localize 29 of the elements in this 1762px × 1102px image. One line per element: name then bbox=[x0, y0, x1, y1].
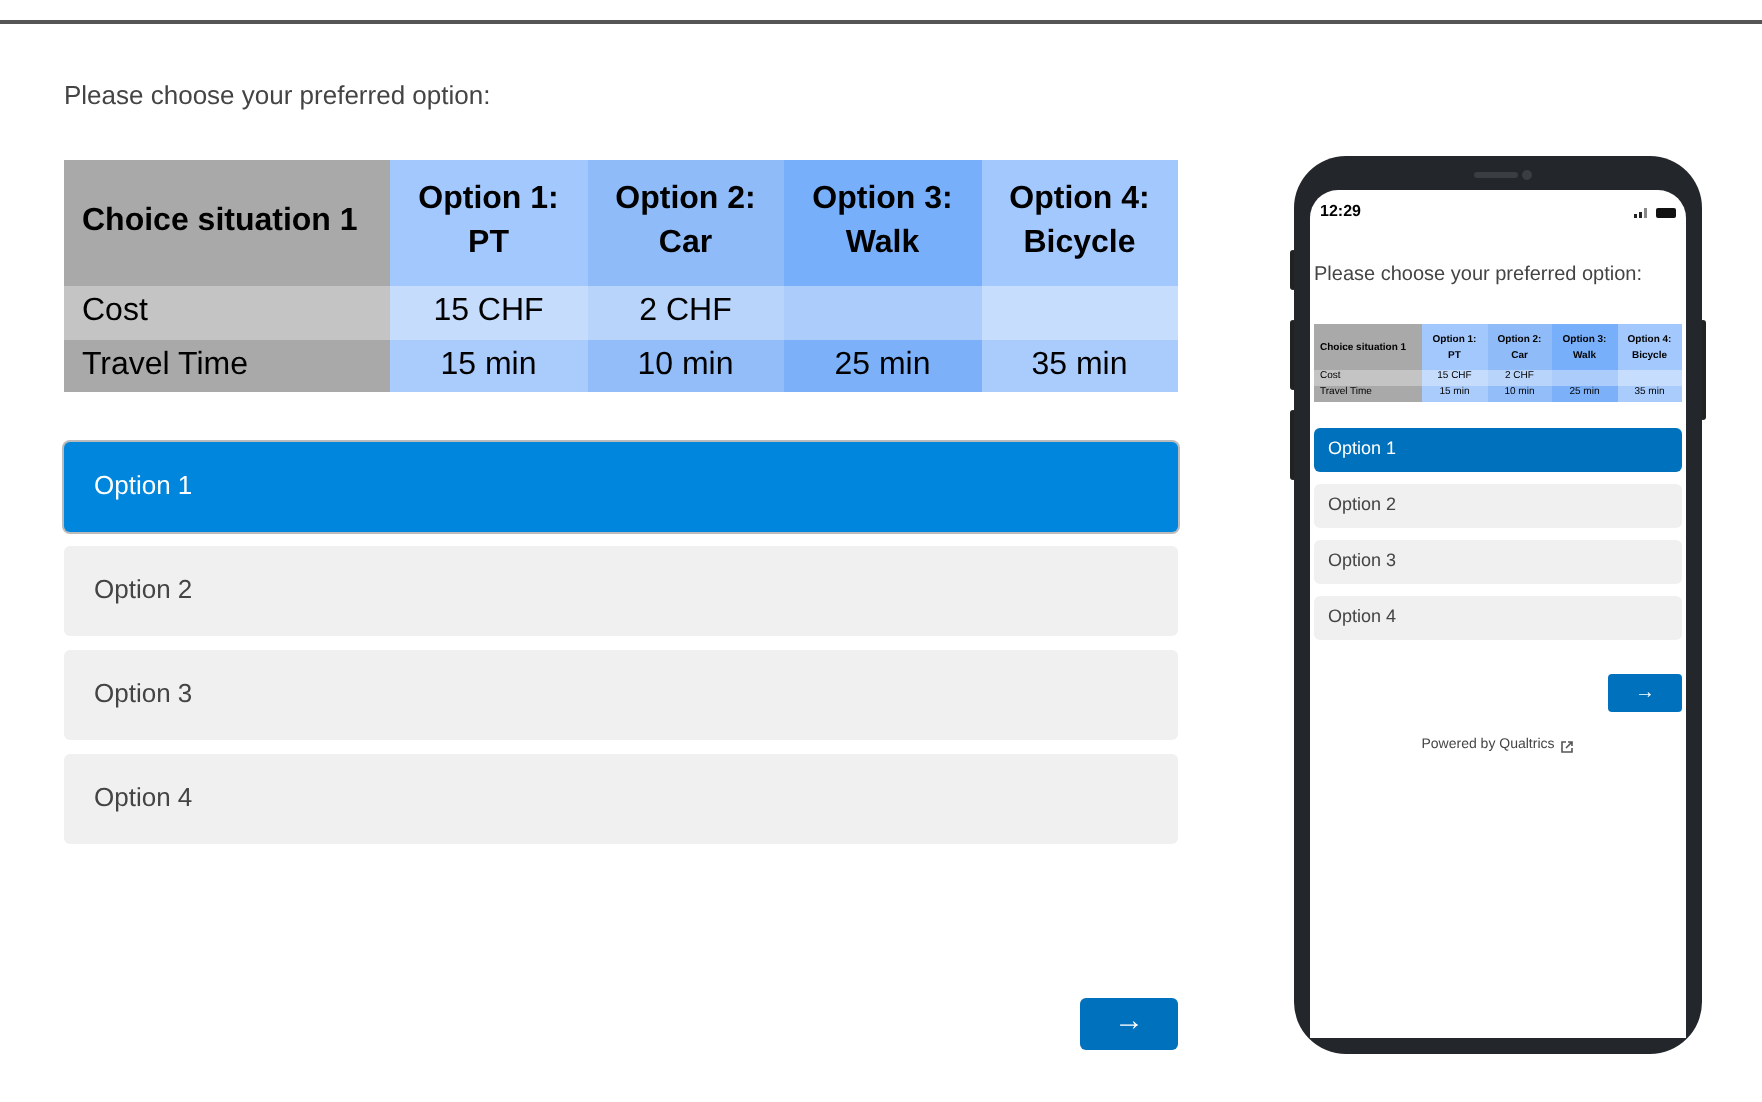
table-header-cell: Option 3: Walk bbox=[784, 159, 981, 285]
table-header-cell: Option 4: Bicycle bbox=[981, 159, 1178, 285]
option-button[interactable]: Option 3 bbox=[64, 649, 1178, 739]
table-cell: 15 min bbox=[390, 339, 587, 391]
table-cell: 10 min bbox=[587, 339, 784, 391]
table-cell: 35 min bbox=[981, 339, 1178, 391]
table-row-label: Travel Time bbox=[64, 339, 390, 391]
question-text: Please choose your preferred option: bbox=[1314, 262, 1644, 290]
option-button[interactable]: Option 1 bbox=[64, 441, 1178, 531]
next-button[interactable]: → bbox=[1608, 674, 1682, 712]
table-cell: 2 CHF bbox=[587, 285, 784, 339]
table-header-cell: Choice situation 1 bbox=[64, 159, 390, 285]
question-text: Please choose your preferred option: bbox=[64, 78, 493, 114]
external-link-icon bbox=[1560, 739, 1575, 754]
option-button[interactable]: Option 4 bbox=[1314, 596, 1682, 640]
option-button[interactable]: Option 2 bbox=[1314, 484, 1682, 528]
table-cell: 25 min bbox=[784, 339, 981, 391]
table-header-cell: Option 1: PT bbox=[390, 159, 587, 285]
table-row-label: Cost bbox=[64, 285, 390, 339]
option-button[interactable]: Option 2 bbox=[64, 545, 1178, 635]
option-button[interactable]: Option 3 bbox=[1314, 540, 1682, 584]
battery-icon bbox=[1656, 207, 1676, 217]
table-header-cell: Option 2: Car bbox=[587, 159, 784, 285]
status-time: 12:29 bbox=[1320, 200, 1361, 224]
option-button[interactable]: Option 4 bbox=[64, 753, 1178, 843]
option-button[interactable]: Option 1 bbox=[1314, 428, 1682, 472]
table-cell: 15 CHF bbox=[390, 285, 587, 339]
signal-icon bbox=[1634, 207, 1648, 217]
next-button[interactable]: → bbox=[1080, 997, 1178, 1049]
